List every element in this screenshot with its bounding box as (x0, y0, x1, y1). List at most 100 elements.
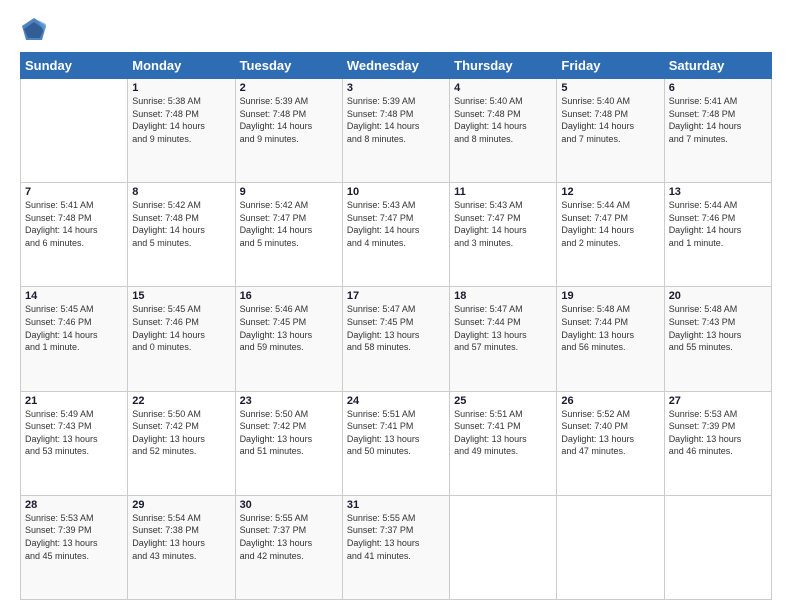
day-number: 8 (132, 186, 230, 198)
day-cell: 26Sunrise: 5:52 AMSunset: 7:40 PMDayligh… (557, 391, 664, 495)
day-info: Sunrise: 5:43 AMSunset: 7:47 PMDaylight:… (454, 199, 552, 249)
weekday-header-sunday: Sunday (21, 53, 128, 79)
day-info: Sunrise: 5:40 AMSunset: 7:48 PMDaylight:… (454, 95, 552, 145)
day-info: Sunrise: 5:49 AMSunset: 7:43 PMDaylight:… (25, 408, 123, 458)
day-cell (664, 495, 771, 599)
day-info: Sunrise: 5:41 AMSunset: 7:48 PMDaylight:… (669, 95, 767, 145)
day-number: 28 (25, 499, 123, 511)
day-cell: 8Sunrise: 5:42 AMSunset: 7:48 PMDaylight… (128, 183, 235, 287)
week-row-3: 14Sunrise: 5:45 AMSunset: 7:46 PMDayligh… (21, 287, 772, 391)
day-info: Sunrise: 5:44 AMSunset: 7:46 PMDaylight:… (669, 199, 767, 249)
day-number: 3 (347, 82, 445, 94)
day-number: 16 (240, 290, 338, 302)
day-number: 19 (561, 290, 659, 302)
day-number: 7 (25, 186, 123, 198)
week-row-5: 28Sunrise: 5:53 AMSunset: 7:39 PMDayligh… (21, 495, 772, 599)
day-cell: 25Sunrise: 5:51 AMSunset: 7:41 PMDayligh… (450, 391, 557, 495)
day-number: 21 (25, 395, 123, 407)
day-cell (21, 79, 128, 183)
day-info: Sunrise: 5:44 AMSunset: 7:47 PMDaylight:… (561, 199, 659, 249)
day-number: 23 (240, 395, 338, 407)
day-info: Sunrise: 5:45 AMSunset: 7:46 PMDaylight:… (25, 303, 123, 353)
day-cell: 29Sunrise: 5:54 AMSunset: 7:38 PMDayligh… (128, 495, 235, 599)
logo (20, 16, 52, 44)
day-info: Sunrise: 5:42 AMSunset: 7:47 PMDaylight:… (240, 199, 338, 249)
day-number: 5 (561, 82, 659, 94)
day-cell: 1Sunrise: 5:38 AMSunset: 7:48 PMDaylight… (128, 79, 235, 183)
day-number: 6 (669, 82, 767, 94)
week-row-1: 1Sunrise: 5:38 AMSunset: 7:48 PMDaylight… (21, 79, 772, 183)
day-cell: 10Sunrise: 5:43 AMSunset: 7:47 PMDayligh… (342, 183, 449, 287)
day-cell: 17Sunrise: 5:47 AMSunset: 7:45 PMDayligh… (342, 287, 449, 391)
day-cell: 2Sunrise: 5:39 AMSunset: 7:48 PMDaylight… (235, 79, 342, 183)
day-info: Sunrise: 5:39 AMSunset: 7:48 PMDaylight:… (347, 95, 445, 145)
day-info: Sunrise: 5:38 AMSunset: 7:48 PMDaylight:… (132, 95, 230, 145)
day-number: 4 (454, 82, 552, 94)
day-info: Sunrise: 5:53 AMSunset: 7:39 PMDaylight:… (25, 512, 123, 562)
day-info: Sunrise: 5:54 AMSunset: 7:38 PMDaylight:… (132, 512, 230, 562)
day-cell: 27Sunrise: 5:53 AMSunset: 7:39 PMDayligh… (664, 391, 771, 495)
weekday-header-tuesday: Tuesday (235, 53, 342, 79)
weekday-header-thursday: Thursday (450, 53, 557, 79)
day-info: Sunrise: 5:51 AMSunset: 7:41 PMDaylight:… (347, 408, 445, 458)
day-cell: 11Sunrise: 5:43 AMSunset: 7:47 PMDayligh… (450, 183, 557, 287)
day-info: Sunrise: 5:40 AMSunset: 7:48 PMDaylight:… (561, 95, 659, 145)
day-cell (450, 495, 557, 599)
day-info: Sunrise: 5:45 AMSunset: 7:46 PMDaylight:… (132, 303, 230, 353)
day-cell: 30Sunrise: 5:55 AMSunset: 7:37 PMDayligh… (235, 495, 342, 599)
day-info: Sunrise: 5:43 AMSunset: 7:47 PMDaylight:… (347, 199, 445, 249)
day-number: 12 (561, 186, 659, 198)
day-info: Sunrise: 5:55 AMSunset: 7:37 PMDaylight:… (240, 512, 338, 562)
day-cell: 7Sunrise: 5:41 AMSunset: 7:48 PMDaylight… (21, 183, 128, 287)
page: SundayMondayTuesdayWednesdayThursdayFrid… (0, 0, 792, 612)
day-info: Sunrise: 5:50 AMSunset: 7:42 PMDaylight:… (132, 408, 230, 458)
day-info: Sunrise: 5:50 AMSunset: 7:42 PMDaylight:… (240, 408, 338, 458)
weekday-header-friday: Friday (557, 53, 664, 79)
day-info: Sunrise: 5:41 AMSunset: 7:48 PMDaylight:… (25, 199, 123, 249)
day-number: 24 (347, 395, 445, 407)
day-cell: 3Sunrise: 5:39 AMSunset: 7:48 PMDaylight… (342, 79, 449, 183)
day-cell: 6Sunrise: 5:41 AMSunset: 7:48 PMDaylight… (664, 79, 771, 183)
day-number: 27 (669, 395, 767, 407)
day-cell: 12Sunrise: 5:44 AMSunset: 7:47 PMDayligh… (557, 183, 664, 287)
day-number: 29 (132, 499, 230, 511)
day-number: 25 (454, 395, 552, 407)
logo-icon (20, 16, 48, 44)
day-number: 10 (347, 186, 445, 198)
week-row-2: 7Sunrise: 5:41 AMSunset: 7:48 PMDaylight… (21, 183, 772, 287)
day-number: 17 (347, 290, 445, 302)
day-info: Sunrise: 5:52 AMSunset: 7:40 PMDaylight:… (561, 408, 659, 458)
day-cell: 20Sunrise: 5:48 AMSunset: 7:43 PMDayligh… (664, 287, 771, 391)
day-cell (557, 495, 664, 599)
day-cell: 28Sunrise: 5:53 AMSunset: 7:39 PMDayligh… (21, 495, 128, 599)
day-info: Sunrise: 5:46 AMSunset: 7:45 PMDaylight:… (240, 303, 338, 353)
day-info: Sunrise: 5:55 AMSunset: 7:37 PMDaylight:… (347, 512, 445, 562)
day-cell: 31Sunrise: 5:55 AMSunset: 7:37 PMDayligh… (342, 495, 449, 599)
day-cell: 9Sunrise: 5:42 AMSunset: 7:47 PMDaylight… (235, 183, 342, 287)
day-cell: 19Sunrise: 5:48 AMSunset: 7:44 PMDayligh… (557, 287, 664, 391)
day-cell: 24Sunrise: 5:51 AMSunset: 7:41 PMDayligh… (342, 391, 449, 495)
day-number: 26 (561, 395, 659, 407)
week-row-4: 21Sunrise: 5:49 AMSunset: 7:43 PMDayligh… (21, 391, 772, 495)
calendar-table: SundayMondayTuesdayWednesdayThursdayFrid… (20, 52, 772, 600)
day-info: Sunrise: 5:48 AMSunset: 7:44 PMDaylight:… (561, 303, 659, 353)
day-number: 13 (669, 186, 767, 198)
day-cell: 16Sunrise: 5:46 AMSunset: 7:45 PMDayligh… (235, 287, 342, 391)
day-cell: 5Sunrise: 5:40 AMSunset: 7:48 PMDaylight… (557, 79, 664, 183)
day-cell: 23Sunrise: 5:50 AMSunset: 7:42 PMDayligh… (235, 391, 342, 495)
day-number: 15 (132, 290, 230, 302)
weekday-header-monday: Monday (128, 53, 235, 79)
day-number: 30 (240, 499, 338, 511)
day-number: 18 (454, 290, 552, 302)
day-info: Sunrise: 5:48 AMSunset: 7:43 PMDaylight:… (669, 303, 767, 353)
weekday-header-row: SundayMondayTuesdayWednesdayThursdayFrid… (21, 53, 772, 79)
header (20, 16, 772, 44)
day-info: Sunrise: 5:42 AMSunset: 7:48 PMDaylight:… (132, 199, 230, 249)
day-cell: 13Sunrise: 5:44 AMSunset: 7:46 PMDayligh… (664, 183, 771, 287)
day-number: 22 (132, 395, 230, 407)
day-info: Sunrise: 5:39 AMSunset: 7:48 PMDaylight:… (240, 95, 338, 145)
day-cell: 21Sunrise: 5:49 AMSunset: 7:43 PMDayligh… (21, 391, 128, 495)
day-number: 2 (240, 82, 338, 94)
weekday-header-saturday: Saturday (664, 53, 771, 79)
day-cell: 18Sunrise: 5:47 AMSunset: 7:44 PMDayligh… (450, 287, 557, 391)
